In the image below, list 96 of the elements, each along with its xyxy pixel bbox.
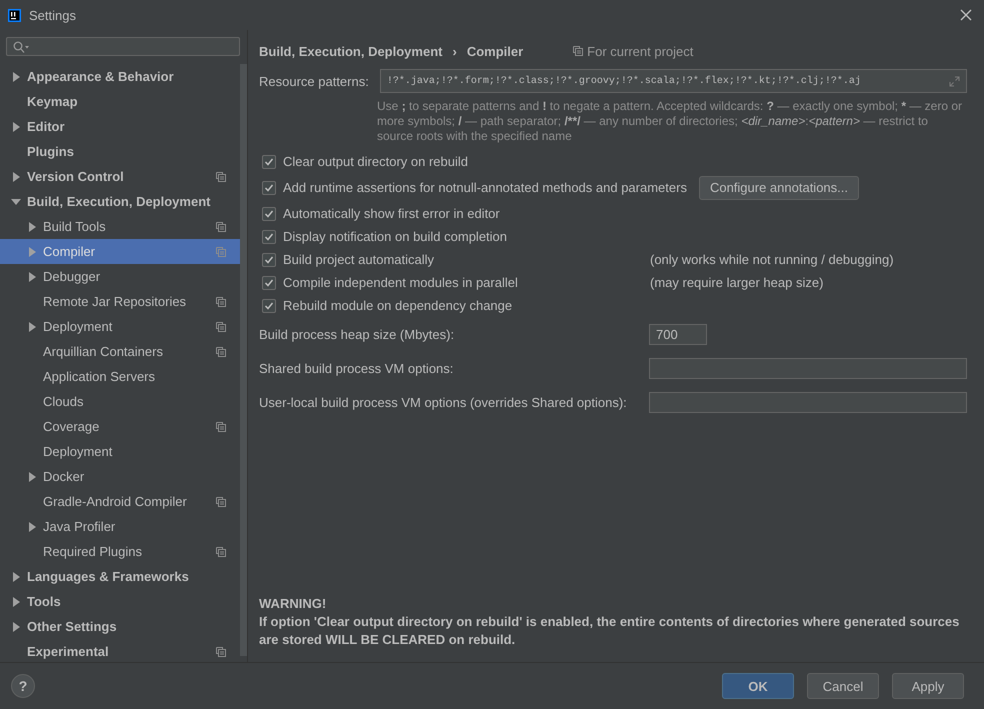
checkbox[interactable] bbox=[262, 154, 276, 168]
dialog-button[interactable]: Apply bbox=[892, 673, 964, 699]
tree-item[interactable]: Editor bbox=[0, 114, 240, 139]
caret-right-icon[interactable] bbox=[27, 322, 37, 332]
field-label: Build process heap size (Mbytes): bbox=[259, 326, 456, 342]
tree-item[interactable]: Experimental bbox=[0, 639, 240, 664]
caret-right-icon[interactable] bbox=[11, 172, 21, 182]
input-field[interactable] bbox=[649, 392, 967, 412]
configure-button[interactable]: Configure annotations... bbox=[698, 176, 859, 200]
scrollbar[interactable] bbox=[240, 64, 247, 656]
dialog-button[interactable]: OK bbox=[722, 673, 794, 699]
breadcrumb-item: Compiler bbox=[466, 44, 524, 58]
copy-icon bbox=[216, 172, 226, 182]
checkmark-icon bbox=[264, 156, 274, 166]
checkmark-icon bbox=[264, 300, 274, 310]
checkbox-label[interactable]: Add runtime assertions for notnull-annotated methods and parameters bbox=[283, 180, 687, 195]
search-icon bbox=[13, 40, 29, 52]
input-field[interactable]: 700 bbox=[649, 324, 707, 344]
copy-icon bbox=[216, 222, 226, 232]
tree-item[interactable]: Keymap bbox=[0, 89, 240, 114]
caret-right-icon[interactable] bbox=[11, 72, 21, 82]
checkmark-icon bbox=[264, 208, 274, 218]
tree-item[interactable]: Required Plugins bbox=[0, 539, 240, 564]
warning-title: WARNING! bbox=[259, 595, 328, 613]
search-field[interactable] bbox=[6, 37, 240, 56]
caret-right-icon[interactable] bbox=[11, 622, 21, 632]
breadcrumb-item: › bbox=[452, 44, 457, 58]
copy-icon bbox=[216, 422, 226, 432]
caret-right-icon[interactable] bbox=[27, 472, 37, 482]
window-title: Settings bbox=[29, 8, 77, 22]
copy-icon bbox=[216, 322, 226, 332]
field-label: Shared build process VM options: bbox=[259, 360, 454, 376]
copy-icon bbox=[216, 296, 226, 306]
tree-item[interactable]: Java Profiler bbox=[0, 514, 240, 539]
checkbox-label[interactable]: Clear output directory on rebuild bbox=[283, 154, 468, 169]
help-button[interactable]: ? bbox=[11, 674, 35, 698]
caret-right-icon[interactable] bbox=[11, 572, 21, 582]
checkmark-icon bbox=[264, 182, 274, 192]
app-logo-icon bbox=[8, 8, 21, 22]
checkmark-icon bbox=[264, 254, 274, 264]
tree-item[interactable]: Version Control bbox=[0, 164, 240, 189]
option-note: (may require larger heap size) bbox=[650, 275, 824, 290]
tree-item[interactable]: Gradle-Android Compiler bbox=[0, 489, 240, 514]
caret-right-icon[interactable] bbox=[27, 222, 37, 232]
tree-item[interactable]: Other Settings bbox=[0, 614, 240, 639]
copy-icon bbox=[216, 246, 226, 256]
tree-item[interactable]: Debugger bbox=[0, 264, 240, 289]
tree-item[interactable]: Remote Jar Repositories bbox=[0, 289, 240, 314]
warning-text: If option 'Clear output directory on rebuild' is enabled, the entire contents of directories where generated sources are stored WILL BE CLEARED on rebuild. bbox=[259, 613, 960, 649]
caret-right-icon[interactable] bbox=[11, 122, 21, 132]
dialog-button[interactable]: Cancel bbox=[807, 673, 879, 699]
checkbox[interactable] bbox=[262, 298, 276, 312]
checkbox-label[interactable]: Compile independent modules in parallel bbox=[283, 275, 650, 290]
caret-right-icon[interactable] bbox=[11, 596, 21, 606]
resource-patterns-field[interactable]: !?*.java;!?*.form;!?*.class;!?*.groovy;!?*.scala;!?*.flex;!?*.kt;!?*.clj;!?*.aj bbox=[380, 69, 967, 93]
caret-down-icon[interactable] bbox=[11, 196, 21, 206]
scope-label: For current project bbox=[587, 44, 694, 58]
tree-item[interactable]: Plugins bbox=[0, 139, 240, 164]
checkmark-icon bbox=[264, 232, 274, 242]
tree-item[interactable]: Application Servers bbox=[0, 364, 240, 389]
checkbox[interactable] bbox=[262, 230, 276, 244]
tree-item[interactable]: Build Tools bbox=[0, 214, 240, 239]
checkbox[interactable] bbox=[262, 180, 276, 194]
tree-item[interactable]: Build, Execution, Deployment bbox=[0, 189, 240, 214]
field-label: User-local build process VM options (overrides Shared options): bbox=[259, 394, 628, 410]
checkbox-label[interactable]: Build project automatically bbox=[283, 252, 650, 267]
checkbox-label[interactable]: Rebuild module on dependency change bbox=[283, 298, 512, 313]
tree-item[interactable]: Compiler bbox=[0, 239, 240, 264]
breadcrumb-item: Build, Execution, Deployment bbox=[259, 44, 442, 58]
tree-item[interactable]: Tools bbox=[0, 589, 240, 614]
caret-right-icon[interactable] bbox=[27, 522, 37, 532]
tree-item[interactable]: Arquillian Containers bbox=[0, 339, 240, 364]
checkbox[interactable] bbox=[262, 206, 276, 220]
tree-item[interactable]: Coverage bbox=[0, 414, 240, 439]
copy-icon bbox=[216, 346, 226, 356]
close-icon bbox=[960, 9, 972, 21]
tree-item[interactable]: Languages & Frameworks bbox=[0, 564, 240, 589]
input-field[interactable] bbox=[649, 358, 967, 378]
option-note: (only works while not running / debugging) bbox=[650, 252, 894, 267]
checkbox-label[interactable]: Display notification on build completion bbox=[283, 229, 508, 244]
checkbox-label[interactable]: Automatically show first error in editor bbox=[283, 206, 500, 221]
caret-right-icon[interactable] bbox=[27, 272, 37, 282]
copy-icon bbox=[216, 546, 226, 556]
tree-item[interactable]: Docker bbox=[0, 464, 240, 489]
copy-icon bbox=[573, 46, 584, 56]
tree-item[interactable]: Clouds bbox=[0, 389, 240, 414]
checkmark-icon bbox=[264, 278, 274, 288]
checkbox[interactable] bbox=[262, 276, 276, 290]
tree-item[interactable]: Deployment bbox=[0, 439, 240, 464]
tree-item[interactable]: Appearance & Behavior bbox=[0, 64, 240, 89]
copy-icon bbox=[216, 496, 226, 506]
field-label: Resource patterns: bbox=[259, 74, 369, 88]
tree-item[interactable]: Deployment bbox=[0, 314, 240, 339]
help-text: Use ; to separate patterns and ! to negate a pattern. Accepted wildcards: ? — exactly one symbol; * — zero or more symbols; / — path separator; /**/ — any number of directories; <dir_name>:<pattern> — restrict to source roots with the specified name bbox=[377, 99, 964, 144]
copy-icon bbox=[216, 646, 226, 656]
checkbox[interactable] bbox=[262, 252, 276, 266]
